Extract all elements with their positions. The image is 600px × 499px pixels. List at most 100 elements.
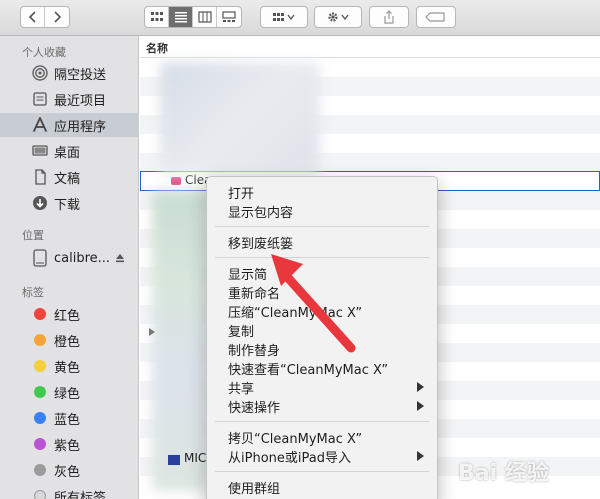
- menu-item-label: 复制: [228, 325, 255, 340]
- finder-toolbar: [0, 0, 600, 36]
- share-group: [369, 6, 409, 28]
- chevron-left-icon: [28, 11, 36, 23]
- sidebar-item-calibre[interactable]: calibre...: [0, 246, 139, 270]
- sidebar-item-tag[interactable]: 所有标签...: [0, 484, 139, 499]
- menu-item[interactable]: 拷贝“CleanMyMac X”: [207, 427, 437, 447]
- column-header-name[interactable]: 名称: [140, 36, 600, 58]
- sidebar-item-tag[interactable]: 黄色: [0, 354, 139, 378]
- sidebar-item-label: 绿色: [54, 386, 81, 402]
- nav-buttons: [20, 6, 70, 28]
- icon-view-button[interactable]: [145, 7, 169, 27]
- sidebar-item-label: 隔空投送: [54, 67, 107, 83]
- group-by-button[interactable]: [261, 7, 307, 27]
- menu-item-label: 从iPhone或iPad导入: [228, 451, 351, 466]
- menu-item[interactable]: 从iPhone或iPad导入: [207, 446, 437, 466]
- back-button[interactable]: [21, 7, 45, 27]
- menu-item[interactable]: 显示包内容: [207, 201, 437, 221]
- edit-tags-button[interactable]: [417, 7, 455, 27]
- menu-item-label: 显示包内容: [228, 206, 294, 221]
- sidebar-item-label: calibre...: [54, 250, 111, 266]
- action-dropdown: [314, 6, 362, 28]
- tags-group: [416, 6, 456, 28]
- recents-icon: [31, 90, 49, 108]
- sidebar-item-label: 蓝色: [54, 412, 81, 428]
- sidebar-item-tag[interactable]: 蓝色: [0, 406, 139, 430]
- columns-icon: [197, 11, 212, 23]
- menu-item-label: 打开: [228, 187, 255, 202]
- applications-icon: [31, 116, 49, 134]
- sidebar-item-label: 红色: [54, 308, 81, 324]
- desktop-icon: [31, 142, 49, 160]
- column-name-label: 名称: [146, 42, 168, 55]
- cleanmymac-app-icon: [171, 177, 181, 185]
- group-by-dropdown: [260, 6, 308, 28]
- sidebar: 个人收藏 隔空投送 最近项目 应用程序 桌面 文稿 下载 位置 calibre.…: [0, 36, 139, 499]
- tags-header: 标签: [22, 286, 44, 299]
- menu-item-label: 共享: [228, 382, 255, 397]
- mic-app-icon: [168, 455, 180, 465]
- sidebar-item-tag[interactable]: 紫色: [0, 432, 139, 456]
- group-grid-icon: [273, 13, 295, 21]
- blurred-file-names: [160, 62, 320, 174]
- gallery-icon: [222, 11, 236, 22]
- disclosure-triangle-icon[interactable]: [149, 328, 155, 336]
- action-button[interactable]: [315, 7, 361, 27]
- locations-header: 位置: [22, 229, 44, 242]
- tag-color-dot-icon: [31, 305, 49, 323]
- list-view-button[interactable]: [169, 7, 193, 27]
- menu-item[interactable]: 快速查看“CleanMyMac X”: [207, 358, 437, 378]
- documents-icon: [31, 168, 49, 186]
- menu-item-label: 拷贝“CleanMyMac X”: [228, 432, 363, 447]
- menu-item[interactable]: 共享: [207, 377, 437, 397]
- submenu-arrow-icon: [417, 401, 424, 411]
- sidebar-item-label: 黄色: [54, 360, 81, 376]
- menu-item-label: 使用群组: [228, 482, 281, 497]
- sidebar-item-label: 桌面: [54, 145, 81, 161]
- share-button[interactable]: [370, 7, 408, 27]
- view-mode-switcher: [144, 6, 242, 28]
- sidebar-item-airdrop[interactable]: 隔空投送: [0, 61, 139, 85]
- menu-item-label: 快速查看“CleanMyMac X”: [228, 363, 389, 378]
- sidebar-item-tag[interactable]: 绿色: [0, 380, 139, 404]
- sidebar-item-label: 橙色: [54, 334, 81, 350]
- sidebar-item-label: 紫色: [54, 438, 81, 454]
- menu-item[interactable]: 快速操作: [207, 396, 437, 416]
- airdrop-icon: [31, 64, 49, 82]
- menu-separator: [215, 226, 429, 227]
- sidebar-item-documents[interactable]: 文稿: [0, 165, 139, 189]
- grid-icon: [150, 12, 163, 21]
- submenu-arrow-icon: [417, 382, 424, 392]
- sidebar-item-tag[interactable]: 灰色: [0, 458, 139, 482]
- sidebar-item-desktop[interactable]: 桌面: [0, 139, 139, 163]
- forward-button[interactable]: [45, 7, 69, 27]
- tag-color-dot-icon: [31, 435, 49, 453]
- share-icon: [384, 10, 394, 24]
- menu-item[interactable]: 使用群组: [207, 477, 437, 497]
- list-icon: [174, 12, 187, 23]
- sidebar-item-label: 最近项目: [54, 93, 107, 109]
- sidebar-item-downloads[interactable]: 下载: [0, 191, 139, 215]
- menu-item-label: 快速操作: [228, 401, 281, 416]
- tag-icon: [425, 12, 445, 22]
- column-view-button[interactable]: [193, 7, 217, 27]
- annotation-arrow-icon: [271, 254, 356, 353]
- sidebar-item-applications[interactable]: 应用程序: [0, 113, 139, 137]
- submenu-arrow-icon: [417, 451, 424, 461]
- partial-item-name: MIC: [184, 451, 207, 465]
- disk-icon: [31, 249, 49, 267]
- tag-color-dot-icon: [31, 409, 49, 427]
- sidebar-item-tag[interactable]: 橙色: [0, 328, 139, 352]
- sidebar-item-tag[interactable]: 红色: [0, 302, 139, 326]
- menu-item[interactable]: 打开: [207, 182, 437, 202]
- eject-icon[interactable]: [114, 252, 126, 268]
- tag-color-dot-icon: [31, 487, 49, 499]
- gallery-view-button[interactable]: [217, 7, 241, 27]
- favorites-header: 个人收藏: [22, 46, 66, 59]
- tag-color-dot-icon: [31, 383, 49, 401]
- sidebar-item-label: 应用程序: [54, 119, 107, 135]
- sidebar-item-recents[interactable]: 最近项目: [0, 87, 139, 111]
- tag-color-dot-icon: [31, 331, 49, 349]
- menu-separator: [215, 471, 429, 472]
- menu-separator: [215, 421, 429, 422]
- downloads-icon: [31, 194, 49, 212]
